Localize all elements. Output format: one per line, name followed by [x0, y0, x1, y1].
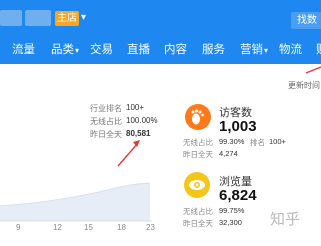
eye-icon	[184, 172, 210, 198]
nav-item-live[interactable]: 直播	[127, 41, 150, 57]
rank-label: 行业排名	[90, 104, 122, 113]
caret-down-icon: ▾	[75, 46, 80, 55]
visitors-wireless-value: 99.30%	[219, 137, 245, 146]
search-button[interactable]: 找数	[291, 12, 321, 29]
nav-item-trade[interactable]: 交易	[90, 41, 113, 57]
chevron-down-icon[interactable]: ▾	[81, 11, 91, 25]
trend-chart: 9 12 15 18 23	[0, 170, 170, 241]
rank-value: 100+	[126, 103, 145, 112]
x-tick-label: 23	[146, 223, 155, 232]
wireless-ratio-value: 100.00%	[126, 116, 158, 125]
visitors-rank-value: 100+	[269, 137, 286, 146]
nav-item-category[interactable]: 品类▾	[51, 41, 79, 57]
visitors-value: 1,003	[219, 118, 257, 135]
pageviews-value: 6,824	[219, 187, 257, 204]
caret-down-icon: ▾	[264, 46, 269, 55]
main-nav: 流量 品类▾ 交易 直播 内容 服务 营销▾ 物流 财	[0, 37, 321, 59]
pageviews-wireless-label: 无线占比	[183, 207, 213, 216]
pageviews-yesterday-label: 昨日全天	[183, 219, 213, 228]
x-tick-label: 9	[16, 223, 21, 232]
arrow-head-icon	[133, 140, 140, 147]
nav-item-logistics[interactable]: 物流	[279, 41, 302, 57]
annotation-arrow	[117, 142, 139, 167]
footprint-icon	[185, 104, 211, 130]
visitors-wireless-label: 无线占比	[183, 138, 213, 147]
blurred-shop-name	[25, 10, 51, 26]
x-tick-label: 15	[84, 223, 93, 232]
nav-item-marketing[interactable]: 营销▾	[240, 41, 268, 57]
annotation-arrow	[305, 66, 321, 74]
visitors-yesterday-label: 昨日全天	[183, 150, 213, 159]
nav-item-service[interactable]: 服务	[202, 41, 225, 57]
nav-item-finance[interactable]: 财	[316, 41, 321, 57]
yesterday-label: 昨日全天	[90, 130, 122, 139]
blurred-logo	[0, 10, 22, 26]
x-tick-label: 18	[117, 223, 126, 232]
top-header: 主店 ▾ 找数 流量 品类▾ 交易 直播 内容 服务 营销▾ 物流 财	[0, 0, 321, 64]
x-tick-label: 12	[53, 223, 62, 232]
trend-area	[0, 183, 150, 221]
nav-item-content[interactable]: 内容	[164, 41, 187, 57]
wireless-ratio-label: 无线占比	[90, 117, 122, 126]
shop-badge: 主店	[55, 11, 79, 26]
watermark: 知乎	[270, 210, 301, 228]
pageviews-yesterday-value: 32,300	[219, 218, 242, 227]
visitors-rank-label: 排名	[250, 138, 265, 147]
yesterday-value: 80,581	[126, 129, 151, 138]
update-time: 更新时间	[288, 81, 320, 90]
visitors-yesterday-value: 4,274	[219, 149, 238, 158]
nav-item-traffic[interactable]: 流量	[12, 41, 35, 57]
pageviews-wireless-value: 99.75%	[219, 206, 245, 215]
